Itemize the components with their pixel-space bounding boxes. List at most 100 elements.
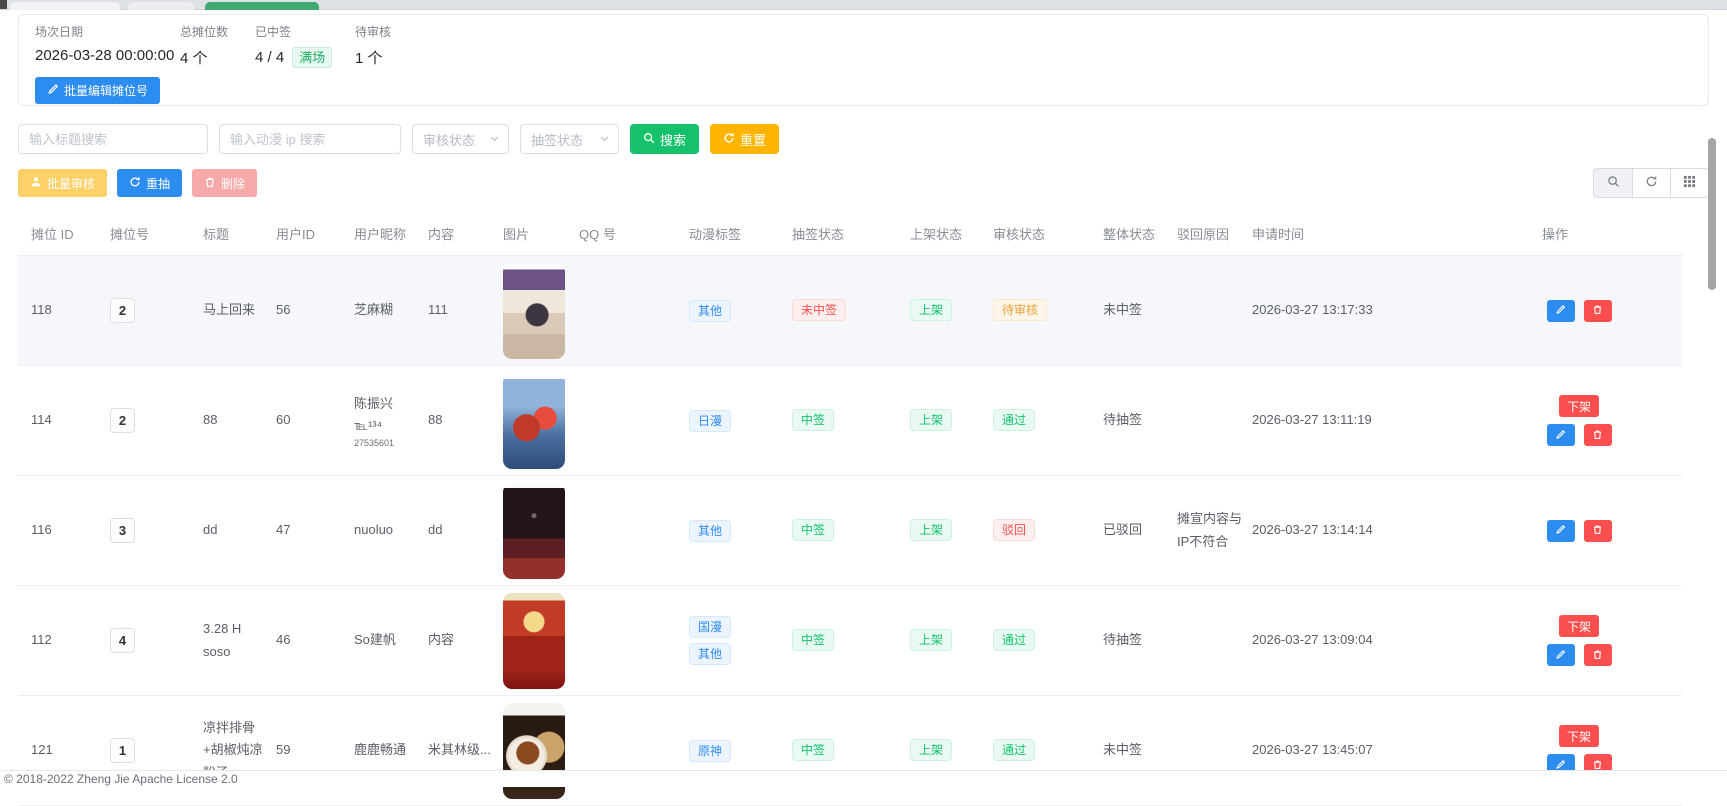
pencil-icon	[1555, 648, 1566, 663]
table-toolbar	[1593, 168, 1709, 198]
anime-tag: 国漫	[689, 616, 731, 638]
column-header: 图片	[503, 212, 579, 256]
page-content: 场次日期 2026-03-28 00:00:00 总摊位数 4 个 已中签 4 …	[0, 10, 1727, 806]
shelf-status-tag: 上架	[910, 739, 952, 761]
page-footer: © 2018-2022 Zheng Jie Apache License 2.0	[0, 770, 1727, 787]
browser-tab-active[interactable]	[205, 2, 319, 10]
column-header: 整体状态	[1103, 212, 1177, 256]
column-header: 用户昵称	[354, 212, 428, 256]
cell-nickname: So建帆	[354, 586, 428, 696]
cell-booth-id: 112	[18, 586, 110, 696]
edit-button[interactable]	[1547, 520, 1575, 542]
cell-title: 3.28 H soso	[203, 586, 276, 696]
booth-image-thumbnail[interactable]	[503, 483, 565, 579]
batch-audit-button[interactable]: 批量审核	[18, 169, 107, 197]
column-settings-grid-icon-button[interactable]	[1670, 169, 1708, 197]
anime-tag: 原神	[689, 740, 731, 762]
cell-overall-status: 未中签	[1103, 256, 1177, 366]
scrollbar-thumb[interactable]	[1708, 138, 1716, 290]
search-icon	[1607, 175, 1620, 191]
booth-image-thumbnail[interactable]	[503, 593, 565, 689]
audit-status-tag: 通过	[993, 409, 1035, 431]
delete-row-button[interactable]	[1584, 300, 1612, 322]
anime-ip-search-input[interactable]	[219, 124, 401, 154]
cell-shelf-status: 上架	[910, 476, 993, 586]
reset-button[interactable]: 重置	[710, 124, 779, 154]
stat-value: 1 个	[355, 47, 445, 68]
audit-status-tag: 通过	[993, 739, 1035, 761]
pencil-icon	[1555, 303, 1566, 318]
cell-shelf-status: 上架	[910, 696, 993, 806]
column-header: 申请时间	[1252, 212, 1542, 256]
edit-button[interactable]	[1547, 300, 1575, 322]
cell-image	[503, 366, 579, 476]
cell-anime-tags: 原神	[689, 696, 792, 806]
user-check-icon	[30, 176, 42, 191]
audit-status-tag: 通过	[993, 629, 1035, 651]
delete-button[interactable]: 删除	[192, 169, 257, 197]
toggle-search-icon-button[interactable]	[1594, 169, 1632, 197]
reset-label: 重置	[740, 130, 766, 149]
cell-reject-reason	[1177, 256, 1252, 366]
column-header: 用户ID	[276, 212, 354, 256]
cell-booth-number: 4	[110, 586, 203, 696]
batch-edit-booth-number-button[interactable]: 批量编辑摊位号	[35, 77, 160, 104]
booth-image-thumbnail[interactable]	[503, 373, 565, 469]
browser-tab[interactable]	[10, 2, 120, 10]
lottery-status-select-label: 抽签状态	[531, 130, 583, 149]
cell-content: 米其林级...	[428, 696, 503, 806]
refresh-icon	[129, 176, 141, 191]
cell-user-id: 59	[276, 696, 354, 806]
title-search-input[interactable]	[18, 124, 208, 154]
delete-row-button[interactable]	[1584, 424, 1612, 446]
cell-image	[503, 586, 579, 696]
cell-lottery-status: 中签	[792, 366, 910, 476]
table-row: 112 4 3.28 H soso 46 So建帆 内容 国漫其他 中签 上架 …	[18, 586, 1682, 696]
anime-tag: 其他	[689, 300, 731, 322]
offshelf-button[interactable]: 下架	[1559, 615, 1599, 637]
column-header: 内容	[428, 212, 503, 256]
delete-row-button[interactable]	[1584, 644, 1612, 666]
booth-image-thumbnail[interactable]	[503, 263, 565, 359]
cell-shelf-status: 上架	[910, 366, 993, 476]
delete-row-button[interactable]	[1584, 520, 1612, 542]
cell-audit-status: 待审核	[993, 256, 1103, 366]
search-button[interactable]: 搜索	[630, 124, 699, 154]
pencil-icon	[1555, 523, 1566, 538]
cell-qq-number	[579, 586, 689, 696]
trash-icon	[204, 176, 216, 191]
cell-overall-status: 已驳回	[1103, 476, 1177, 586]
offshelf-button[interactable]: 下架	[1559, 725, 1599, 747]
redraw-button[interactable]: 重抽	[117, 169, 182, 197]
audit-status-select[interactable]: 审核状态	[412, 124, 509, 154]
cell-apply-time: 2026-03-27 13:09:04	[1252, 586, 1542, 696]
cell-reject-reason: 摊宣内容与IP不符合	[1177, 476, 1252, 586]
booth-table: 摊位 ID摊位号标题用户ID用户昵称内容图片QQ 号动漫标签抽签状态上架状态审核…	[18, 212, 1682, 806]
cell-content: dd	[428, 476, 503, 586]
audit-status-tag: 待审核	[993, 299, 1047, 321]
cell-user-id: 56	[276, 256, 354, 366]
nickname-text: 鹿鹿畅通	[354, 739, 420, 761]
booth-number-box: 2	[110, 298, 135, 323]
edit-button[interactable]	[1547, 424, 1575, 446]
column-header: 动漫标签	[689, 212, 792, 256]
offshelf-button[interactable]: 下架	[1559, 395, 1599, 417]
lottery-status-tag: 中签	[792, 409, 834, 431]
grid-icon	[1683, 175, 1696, 191]
cell-content: 111	[428, 256, 503, 366]
browser-tab[interactable]	[128, 2, 194, 10]
cell-booth-id: 116	[18, 476, 110, 586]
refresh-table-button[interactable]	[1632, 169, 1670, 197]
edit-button[interactable]	[1547, 644, 1575, 666]
table-header: 摊位 ID摊位号标题用户ID用户昵称内容图片QQ 号动漫标签抽签状态上架状态审核…	[18, 212, 1682, 256]
action-row: 批量审核 重抽 删除	[18, 168, 1709, 198]
column-header: 抽签状态	[792, 212, 910, 256]
lottery-status-select[interactable]: 抽签状态	[520, 124, 619, 154]
column-header: 摊位号	[110, 212, 203, 256]
cell-booth-number: 2	[110, 366, 203, 476]
cell-image	[503, 696, 579, 806]
cell-overall-status: 未中签	[1103, 696, 1177, 806]
cell-image	[503, 476, 579, 586]
nickname-text: 陈振兴℡¹³⁴	[354, 393, 420, 437]
shelf-status-tag: 上架	[910, 299, 952, 321]
